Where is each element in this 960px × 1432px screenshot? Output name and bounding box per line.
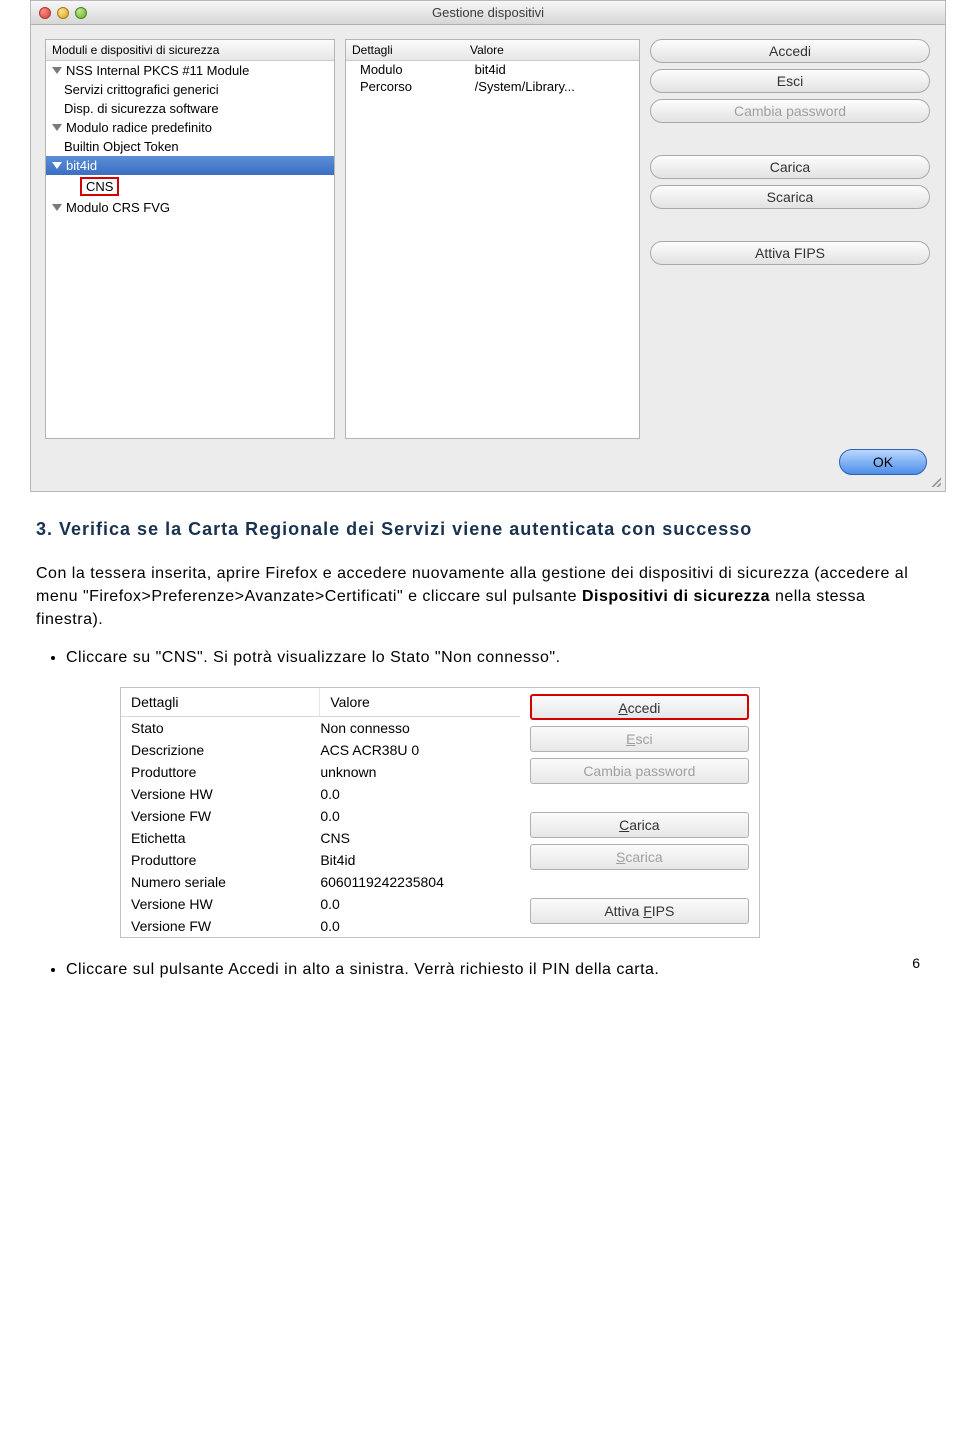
- section-paragraph: Con la tessera inserita, aprire Firefox …: [36, 562, 924, 632]
- enable-fips-button[interactable]: Attiva FIPS: [650, 241, 930, 265]
- detail-key: Percorso: [360, 79, 475, 94]
- details-row: Numero seriale6060119242235804: [121, 871, 520, 893]
- page-number: 6: [912, 955, 920, 971]
- load-button[interactable]: Carica: [530, 812, 749, 838]
- login-button[interactable]: Accedi: [530, 694, 749, 720]
- device-manager-dialog: Gestione dispositivi Moduli e dispositiv…: [30, 0, 946, 492]
- tree-item-label: Disp. di sicurezza software: [64, 101, 219, 116]
- details-header: Dettagli Valore: [121, 688, 520, 717]
- details-row: Produttoreunknown: [121, 761, 520, 783]
- details-row: Versione FW0.0: [121, 805, 520, 827]
- detail-value: /System/Library...: [475, 79, 633, 94]
- tree-item-label: Modulo CRS FVG: [66, 200, 170, 215]
- tree-item[interactable]: Modulo CRS FVG: [46, 198, 334, 217]
- tree-item-label: bit4id: [66, 158, 97, 173]
- change-password-button: Cambia password: [650, 99, 930, 123]
- tree-item-selected[interactable]: bit4id: [46, 156, 334, 175]
- details-panel: Dettagli Valore Modulo bit4id Percorso /…: [345, 39, 640, 439]
- details-row: Percorso /System/Library...: [346, 78, 639, 95]
- details-col-value: Valore: [470, 43, 633, 57]
- details-col-value: Valore: [320, 688, 519, 716]
- change-password-button: Cambia password: [530, 758, 749, 784]
- details-row: EtichettaCNS: [121, 827, 520, 849]
- details-row: Modulo bit4id: [346, 61, 639, 78]
- chevron-down-icon: [52, 162, 62, 169]
- enable-fips-button[interactable]: Attiva FIPS: [530, 898, 749, 924]
- detail-key: Modulo: [360, 62, 475, 77]
- tree-item-cns[interactable]: CNS: [46, 175, 334, 198]
- details-row: Versione FW0.0: [121, 915, 520, 937]
- bullet-item: Cliccare su "CNS". Si potrà visualizzare…: [66, 646, 924, 669]
- details-row: StatoNon connesso: [121, 717, 520, 739]
- tree-item[interactable]: Modulo radice predefinito: [46, 118, 334, 137]
- cns-details-panel: Dettagli Valore StatoNon connesso Descri…: [120, 687, 760, 938]
- ok-button[interactable]: OK: [839, 449, 927, 475]
- chevron-down-icon: [52, 124, 62, 131]
- tree-item-label: NSS Internal PKCS #11 Module: [66, 63, 249, 78]
- chevron-down-icon: [52, 204, 62, 211]
- tree-item[interactable]: NSS Internal PKCS #11 Module: [46, 61, 334, 80]
- tree-item-label: Builtin Object Token: [64, 139, 179, 154]
- details-row: DescrizioneACS ACR38U 0: [121, 739, 520, 761]
- tree-item[interactable]: Disp. di sicurezza software: [46, 99, 334, 118]
- chevron-down-icon: [52, 67, 62, 74]
- tree-item-label: Modulo radice predefinito: [66, 120, 212, 135]
- logout-button[interactable]: Esci: [650, 69, 930, 93]
- section-heading: 3. Verifica se la Carta Regionale dei Se…: [36, 516, 924, 542]
- modules-tree[interactable]: Moduli e dispositivi di sicurezza NSS In…: [45, 39, 335, 439]
- details-col-key: Dettagli: [121, 688, 320, 716]
- tree-item[interactable]: Builtin Object Token: [46, 137, 334, 156]
- detail-value: bit4id: [475, 62, 633, 77]
- login-button[interactable]: Accedi: [650, 39, 930, 63]
- tree-item-label: Servizi crittografici generici: [64, 82, 219, 97]
- resize-grip-icon[interactable]: [929, 475, 941, 487]
- window-title: Gestione dispositivi: [31, 5, 945, 20]
- details-row: Versione HW0.0: [121, 893, 520, 915]
- unload-button: Scarica: [530, 844, 749, 870]
- logout-button: Esci: [530, 726, 749, 752]
- titlebar: Gestione dispositivi: [31, 1, 945, 25]
- tree-header: Moduli e dispositivi di sicurezza: [46, 40, 334, 61]
- unload-button[interactable]: Scarica: [650, 185, 930, 209]
- details-row: Versione HW0.0: [121, 783, 520, 805]
- details-header: Dettagli Valore: [346, 40, 639, 61]
- load-button[interactable]: Carica: [650, 155, 930, 179]
- bullet-item: Cliccare sul pulsante Accedi in alto a s…: [66, 958, 924, 981]
- details-row: ProduttoreBit4id: [121, 849, 520, 871]
- cns-highlight: CNS: [80, 177, 119, 196]
- action-buttons: Accedi Esci Cambia password Carica Scari…: [650, 39, 930, 439]
- details-col-key: Dettagli: [352, 43, 470, 57]
- tree-item[interactable]: Servizi crittografici generici: [46, 80, 334, 99]
